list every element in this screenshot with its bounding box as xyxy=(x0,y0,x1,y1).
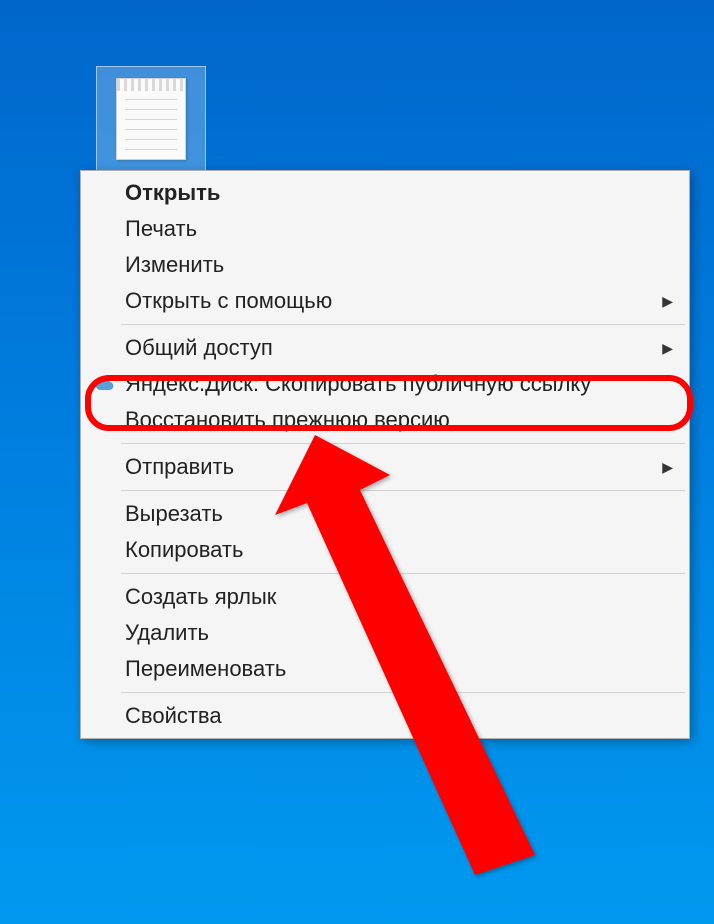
icon-slot-empty xyxy=(91,254,119,276)
menu-label: Отправить xyxy=(125,454,662,480)
menu-label: Переименовать xyxy=(125,656,679,682)
menu-properties[interactable]: Свойства xyxy=(83,698,687,734)
menu-cut[interactable]: Вырезать xyxy=(83,496,687,532)
menu-delete[interactable]: Удалить xyxy=(83,615,687,651)
menu-label: Восстановить прежнюю версию xyxy=(125,407,679,433)
menu-yandex-disk-copy-link[interactable]: Яндекс.Диск: Скопировать публичную ссылк… xyxy=(83,366,687,402)
menu-label: Открыть с помощью xyxy=(125,288,662,314)
menu-send-to[interactable]: Отправить ▶ xyxy=(83,449,687,485)
desktop[interactable]: Открыть Печать Изменить Открыть с помощь… xyxy=(0,0,714,924)
icon-slot-empty xyxy=(91,503,119,525)
menu-label: Копировать xyxy=(125,537,679,563)
menu-rename[interactable]: Переименовать xyxy=(83,651,687,687)
icon-slot-empty xyxy=(91,456,119,478)
chevron-right-icon: ▶ xyxy=(662,459,673,476)
menu-print[interactable]: Печать xyxy=(83,211,687,247)
icon-slot-empty xyxy=(91,622,119,644)
menu-label: Вырезать xyxy=(125,501,679,527)
menu-separator xyxy=(121,443,685,444)
menu-label: Создать ярлык xyxy=(125,584,679,610)
menu-label: Свойства xyxy=(125,703,679,729)
menu-open-with[interactable]: Открыть с помощью ▶ xyxy=(83,283,687,319)
icon-slot-empty xyxy=(91,539,119,561)
notepad-file-icon xyxy=(116,78,186,160)
desktop-file-selected[interactable] xyxy=(96,66,206,171)
icon-slot-empty xyxy=(91,658,119,680)
menu-label: Печать xyxy=(125,216,679,242)
icon-slot-empty xyxy=(91,409,119,431)
icon-slot-empty xyxy=(91,218,119,240)
icon-slot-empty xyxy=(91,705,119,727)
icon-slot-empty xyxy=(91,290,119,312)
menu-open[interactable]: Открыть xyxy=(83,175,687,211)
menu-restore-version[interactable]: Восстановить прежнюю версию xyxy=(83,402,687,438)
menu-label: Яндекс.Диск: Скопировать публичную ссылк… xyxy=(125,371,679,397)
menu-label: Общий доступ xyxy=(125,335,662,361)
menu-copy[interactable]: Копировать xyxy=(83,532,687,568)
menu-create-shortcut[interactable]: Создать ярлык xyxy=(83,579,687,615)
menu-label: Открыть xyxy=(125,180,679,206)
menu-share[interactable]: Общий доступ ▶ xyxy=(83,330,687,366)
chevron-right-icon: ▶ xyxy=(662,340,673,357)
icon-slot-empty xyxy=(91,182,119,204)
cloud-icon xyxy=(91,373,119,395)
menu-label: Удалить xyxy=(125,620,679,646)
menu-separator xyxy=(121,490,685,491)
menu-label: Изменить xyxy=(125,252,679,278)
menu-separator xyxy=(121,573,685,574)
chevron-right-icon: ▶ xyxy=(662,293,673,310)
menu-separator xyxy=(121,324,685,325)
context-menu: Открыть Печать Изменить Открыть с помощь… xyxy=(80,170,690,739)
menu-edit[interactable]: Изменить xyxy=(83,247,687,283)
menu-separator xyxy=(121,692,685,693)
icon-slot-empty xyxy=(91,337,119,359)
icon-slot-empty xyxy=(91,586,119,608)
